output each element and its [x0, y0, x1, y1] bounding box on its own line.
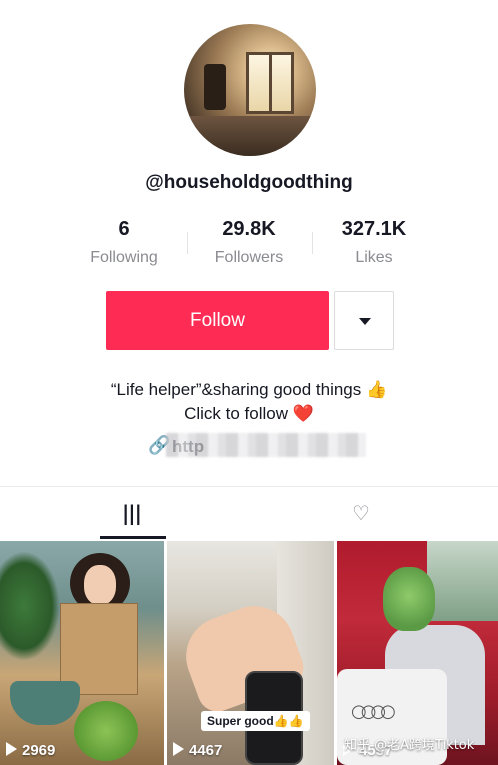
thumb-frog-mask-decor [383, 567, 435, 631]
stat-following-value: 6 [118, 218, 130, 240]
thumb-car-window-decor [427, 541, 498, 621]
profile-username: @householdgoodthing [145, 172, 353, 193]
avatar-floor-decor [184, 116, 316, 156]
view-count: 2969 [6, 742, 55, 759]
active-tab-indicator [100, 536, 166, 539]
stat-likes[interactable]: 327.1K Likes [314, 218, 434, 267]
bio-line-1-text: “Life helper”&sharing good things [110, 380, 366, 399]
bio-line-1: “Life helper”&sharing good things 👍 [0, 378, 498, 402]
blurred-url-overlay [166, 433, 366, 457]
video-thumbnail[interactable]: 2969 [0, 541, 164, 765]
bio-line-2: Click to follow ❤️ [0, 402, 498, 426]
follow-button[interactable]: Follow [106, 291, 329, 350]
bio-line-2-text: Click to follow [184, 404, 293, 423]
avatar-lamp-decor [204, 64, 226, 110]
stat-likes-value: 327.1K [341, 218, 407, 240]
liked-heart-icon: ♡ [352, 501, 370, 525]
view-count: 4467 [173, 742, 222, 759]
profile-tabs: ||| ♡ [0, 487, 498, 539]
grid-icon: ||| [122, 501, 142, 525]
suggested-accounts-dropdown-button[interactable] [334, 291, 394, 350]
thumb-lettuce-decor [74, 701, 138, 761]
stat-likes-label: Likes [355, 249, 393, 266]
play-icon [6, 742, 17, 756]
stat-followers-label: Followers [214, 249, 284, 266]
profile-stats: 6 Following 29.8K Followers 327.1K Likes [0, 218, 498, 272]
thumb-face-decor [84, 565, 116, 605]
avatar-window-decor [246, 52, 294, 114]
red-heart-icon: ❤️ [292, 404, 314, 424]
view-count-value: 4467 [189, 742, 223, 759]
stat-divider [312, 232, 313, 254]
thumbs-up-icon: 👍 [366, 380, 388, 400]
profile-bio: “Life helper”&sharing good things 👍 Clic… [0, 378, 498, 426]
bio-link[interactable]: 🔗 http [148, 433, 368, 459]
video-thumbnail[interactable]: ○○○○ 4557 [337, 541, 498, 765]
stat-following-label: Following [90, 249, 158, 266]
stat-followers-value: 29.8K [222, 218, 276, 240]
tab-videos[interactable]: ||| [100, 487, 266, 539]
stat-following[interactable]: 6 Following [64, 218, 184, 267]
video-caption: Super good👍👍 [201, 711, 310, 731]
thumb-rings-logo: ○○○○ [351, 701, 396, 722]
caret-down-icon [359, 318, 371, 325]
stat-followers[interactable]: 29.8K Followers [189, 218, 309, 267]
play-icon [173, 742, 184, 756]
tab-liked[interactable]: ♡ [332, 487, 498, 539]
profile-avatar[interactable] [184, 24, 316, 156]
video-thumbnail[interactable]: Super good👍👍 4467 [167, 541, 334, 765]
view-count-value: 2969 [22, 742, 56, 759]
stat-divider [187, 232, 188, 254]
thumb-pot-decor [10, 681, 80, 725]
thumb-plant-decor [0, 551, 60, 661]
watermark: 知乎 @老A跨境Tiktok [344, 738, 475, 753]
video-grid: 2969 Super good👍👍 4467 ○○○○ 4557 [0, 541, 498, 765]
